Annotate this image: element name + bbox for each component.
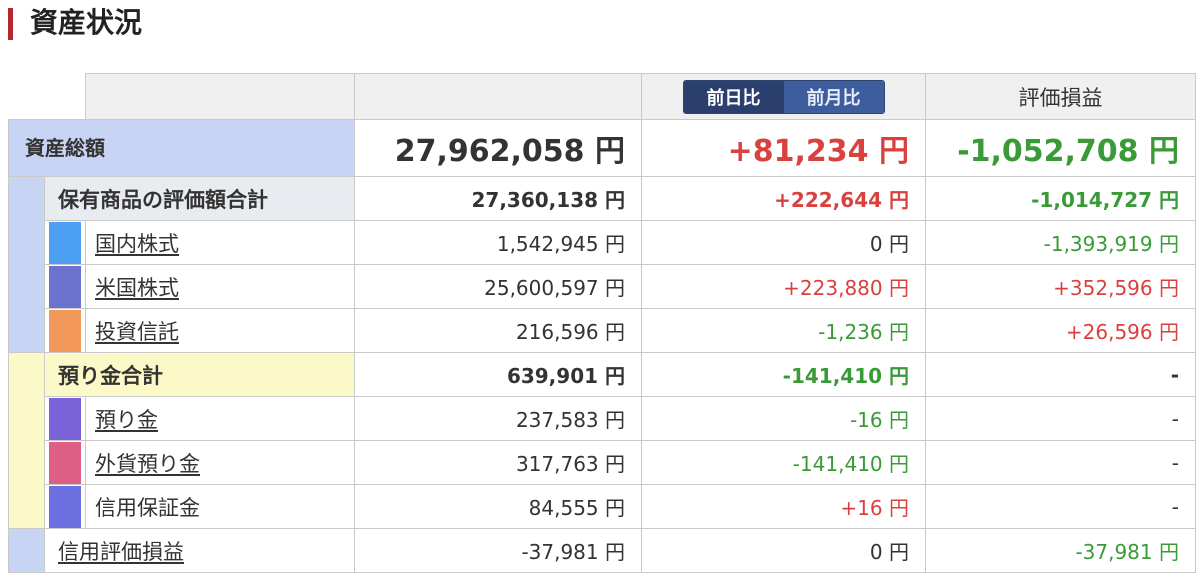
table-row: 外貨預り金 317,763 円 -141,410 円 - xyxy=(9,440,1196,485)
margin-deposit-eval: - xyxy=(925,484,1196,529)
holdings-label: 保有商品の評価額合計 xyxy=(44,176,355,221)
page-title: 資産状況 xyxy=(30,6,143,39)
deposits-eval: - xyxy=(925,352,1196,397)
mutual-fund-day: -1,236 円 xyxy=(641,308,926,353)
fx-deposit-link[interactable]: 外貨預り金 xyxy=(95,452,200,476)
deposit-value: 237,583 円 xyxy=(354,396,642,441)
deposit-link-cell: 預り金 xyxy=(85,396,355,441)
deposit-day: -16 円 xyxy=(641,396,926,441)
deposit-eval: - xyxy=(925,396,1196,441)
us-stock-value: 25,600,597 円 xyxy=(354,264,642,309)
header-eval-label: 評価損益 xyxy=(925,73,1196,120)
margin-value: -37,981 円 xyxy=(354,528,642,573)
deposits-day-change: -141,410 円 xyxy=(641,352,926,397)
margin-deposit-day: +16 円 xyxy=(641,484,926,529)
table-row: 投資信託 216,596 円 -1,236 円 +26,596 円 xyxy=(9,308,1196,353)
margin-deposit-value: 84,555 円 xyxy=(354,484,642,529)
header-name-cell xyxy=(85,73,355,120)
legend-swatch xyxy=(44,220,86,265)
legend-swatch xyxy=(44,396,86,441)
us-stock-link-cell: 米国株式 xyxy=(85,264,355,309)
us-stock-eval: +352,596 円 xyxy=(925,264,1196,309)
domestic-stock-day: 0 円 xyxy=(641,220,926,265)
header-value-cell xyxy=(354,73,642,120)
total-value: 27,962,058 円 xyxy=(354,119,642,177)
mutual-fund-eval: +26,596 円 xyxy=(925,308,1196,353)
table-row: 米国株式 25,600,597 円 +223,880 円 +352,596 円 xyxy=(9,264,1196,309)
total-row: 資産総額 27,962,058 円 +81,234 円 -1,052,708 円 xyxy=(8,119,1196,177)
legend-swatch xyxy=(44,440,86,485)
fx-deposit-eval: - xyxy=(925,440,1196,485)
holdings-row: 保有商品の評価額合計 27,360,138 円 +222,644 円 -1,01… xyxy=(8,176,1196,353)
legend-swatch xyxy=(44,308,86,353)
holdings-value: 27,360,138 円 xyxy=(354,176,642,221)
fx-deposit-link-cell: 外貨預り金 xyxy=(85,440,355,485)
legend-swatch xyxy=(44,484,86,529)
legend-swatch xyxy=(44,264,86,309)
table-row: 預り金 237,583 円 -16 円 - xyxy=(9,396,1196,441)
deposits-label: 預り金合計 xyxy=(44,352,355,397)
mutual-fund-link-cell: 投資信託 xyxy=(85,308,355,353)
domestic-stock-link[interactable]: 国内株式 xyxy=(95,232,179,256)
deposits-value: 639,901 円 xyxy=(354,352,642,397)
table-row: 信用保証金 84,555 円 +16 円 - xyxy=(9,484,1196,529)
total-label: 資産総額 xyxy=(8,119,355,177)
margin-day: 0 円 xyxy=(641,528,926,573)
holdings-side-band xyxy=(8,176,45,353)
asset-status-table: 前日比 前月比 評価損益 資産総額 27,962,058 円 +81,234 円… xyxy=(8,73,1196,573)
us-stock-day: +223,880 円 xyxy=(641,264,926,309)
header-blank xyxy=(8,73,86,120)
margin-row: 信用評価損益 -37,981 円 0 円 -37,981 円 xyxy=(8,528,1196,573)
margin-eval-link[interactable]: 信用評価損益 xyxy=(58,540,184,564)
margin-deposit-label: 信用保証金 xyxy=(85,484,355,529)
holdings-day-change: +222,644 円 xyxy=(641,176,926,221)
domestic-stock-link-cell: 国内株式 xyxy=(85,220,355,265)
header-toggle-cell: 前日比 前月比 xyxy=(641,73,926,120)
domestic-stock-value: 1,542,945 円 xyxy=(354,220,642,265)
total-day-change: +81,234 円 xyxy=(641,119,926,177)
domestic-stock-eval: -1,393,919 円 xyxy=(925,220,1196,265)
us-stock-link[interactable]: 米国株式 xyxy=(95,276,179,300)
fx-deposit-day: -141,410 円 xyxy=(641,440,926,485)
total-eval: -1,052,708 円 xyxy=(925,119,1196,177)
deposits-row: 預り金合計 639,901 円 -141,410 円 - xyxy=(8,352,1196,529)
deposits-side-band xyxy=(8,352,45,529)
fx-deposit-value: 317,763 円 xyxy=(354,440,642,485)
toggle-month-button[interactable]: 前月比 xyxy=(783,80,884,113)
deposit-link[interactable]: 預り金 xyxy=(95,408,158,432)
title-accent-bar xyxy=(8,8,13,40)
margin-eval-link-cell: 信用評価損益 xyxy=(44,528,355,573)
table-header-row: 前日比 前月比 評価損益 xyxy=(8,73,1196,120)
margin-eval: -37,981 円 xyxy=(925,528,1196,573)
comparison-toggle: 前日比 前月比 xyxy=(682,79,885,114)
holdings-eval: -1,014,727 円 xyxy=(925,176,1196,221)
table-row: 国内株式 1,542,945 円 0 円 -1,393,919 円 xyxy=(9,220,1196,265)
mutual-fund-link[interactable]: 投資信託 xyxy=(95,320,179,344)
margin-side-band xyxy=(8,528,45,573)
mutual-fund-value: 216,596 円 xyxy=(354,308,642,353)
toggle-day-button[interactable]: 前日比 xyxy=(683,80,784,113)
